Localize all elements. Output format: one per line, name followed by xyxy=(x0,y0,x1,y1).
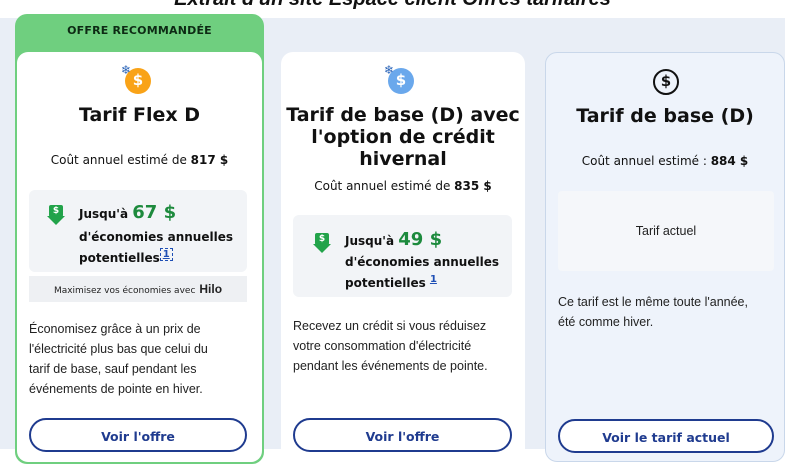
card-title: Tarif de base (D) xyxy=(576,105,754,127)
current-rate-box: Tarif actuel xyxy=(558,191,774,271)
rate-description: Ce tarif est le même toute l'année, été … xyxy=(558,295,748,329)
savings-amount-line: Jusqu'à 49 $ xyxy=(345,229,443,250)
savings-box: $ Jusqu'à 67 $ d'économies annuelles pot… xyxy=(29,190,247,272)
snowflake-dollar-coin-icon: $ ❄ xyxy=(121,63,153,94)
card-title: Tarif de base (D) avec l'option de crédi… xyxy=(286,104,520,170)
offer-card-flex-d: $ ❄ Tarif Flex D Coût annuel estimé de 8… xyxy=(17,52,262,462)
recommended-badge: OFFRE RECOMMANDÉE xyxy=(67,24,212,37)
snowflake-dollar-coin-icon: $ ❄ xyxy=(384,63,416,94)
savings-description: d'économies annuelles potentielles 1 xyxy=(345,255,499,290)
view-current-rate-button[interactable]: Voir le tarif actuel xyxy=(558,419,774,453)
hilo-promo-bar[interactable]: Maximisez vos économies avec Hilo xyxy=(29,276,247,302)
download-savings-icon: $ xyxy=(47,205,65,227)
view-offer-button[interactable]: Voir l'offre xyxy=(29,418,247,452)
card-title: Tarif Flex D xyxy=(78,104,201,126)
offer-description: Économisez grâce à un prix de l'électric… xyxy=(29,322,208,396)
savings-description: d'économies annuelles potentielles 1 xyxy=(79,230,233,265)
savings-box: $ Jusqu'à 49 $ d'économies annuelles pot… xyxy=(293,215,512,297)
download-savings-icon: $ xyxy=(313,233,331,255)
annual-cost: Coût annuel estimé de 835 $ xyxy=(314,179,492,193)
footnote-link[interactable]: 1 xyxy=(430,274,437,285)
dollar-circle-icon: $ xyxy=(653,67,681,95)
footnote-link[interactable]: 1 xyxy=(159,248,173,261)
savings-amount-line: Jusqu'à 67 $ xyxy=(79,202,177,223)
page-title: Extrait d'un site Espace client Offres t… xyxy=(0,0,785,11)
offer-card-base-current: $ Tarif de base (D) Coût annuel estimé :… xyxy=(545,52,785,462)
hilo-logo: Hilo xyxy=(199,282,223,296)
annual-cost: Coût annuel estimé : 884 $ xyxy=(581,154,749,168)
annual-cost: Coût annuel estimé de 817 $ xyxy=(50,153,229,167)
offer-description: Recevez un crédit si vous réduisez votre… xyxy=(293,319,488,373)
view-offer-button[interactable]: Voir l'offre xyxy=(293,418,512,452)
offer-card-base-winter-credit: $ ❄ Tarif de base (D) avec l'option de c… xyxy=(281,52,525,462)
